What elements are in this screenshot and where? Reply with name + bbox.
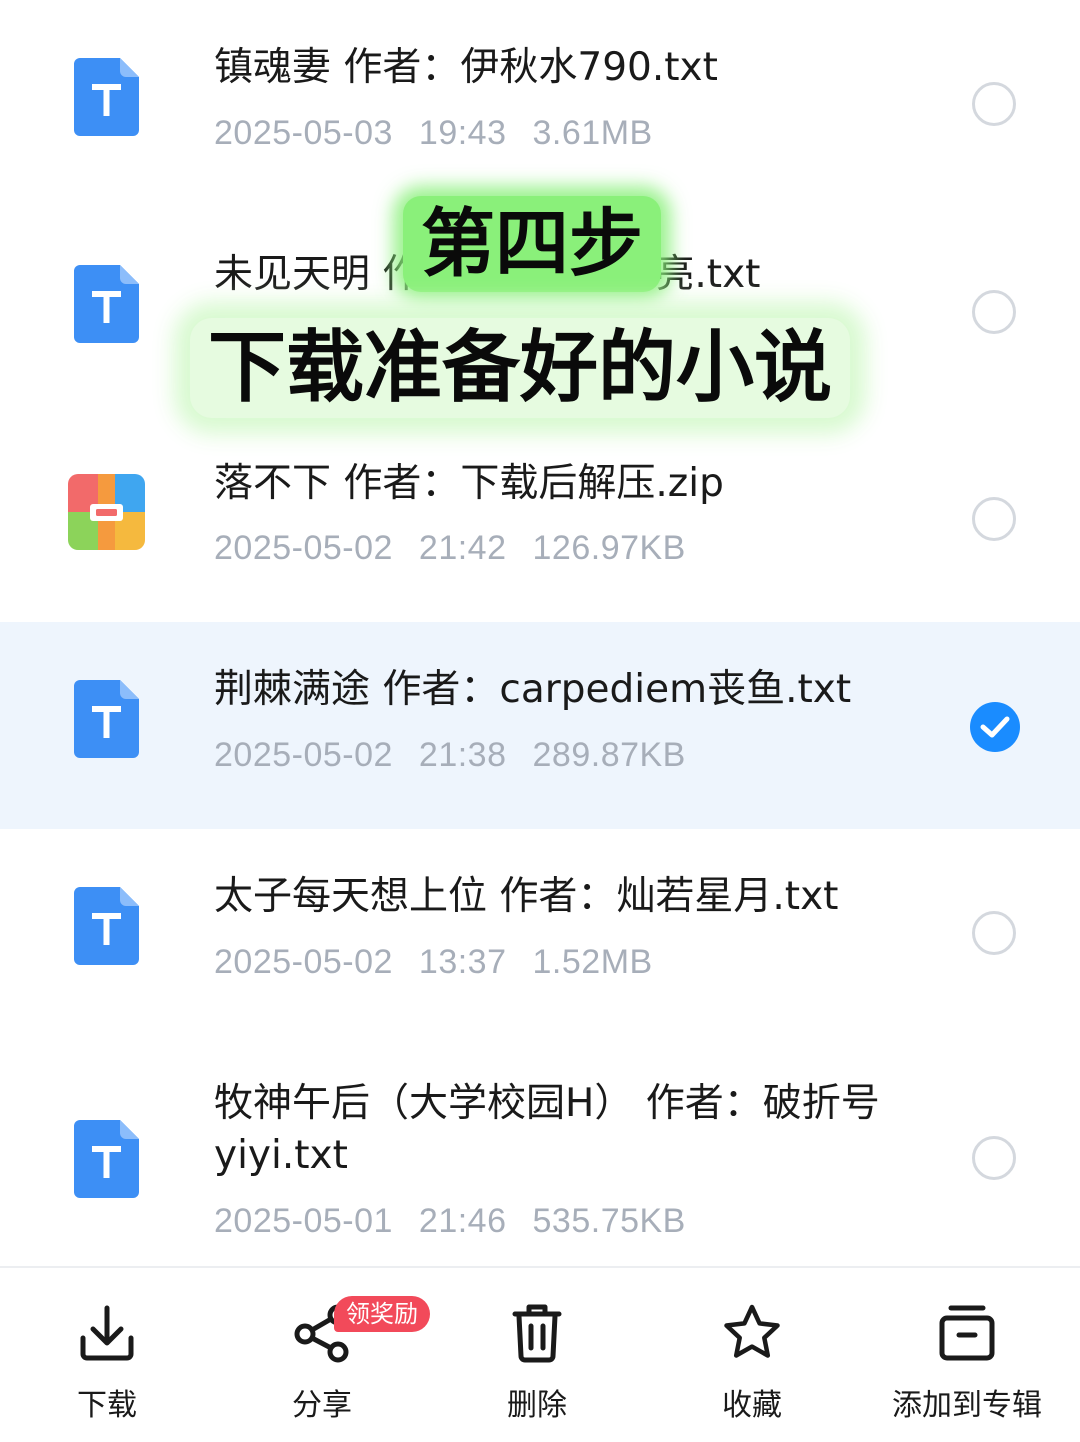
select-radio[interactable]	[972, 911, 1016, 955]
download-button[interactable]: 下载	[7, 1268, 207, 1442]
select-radio[interactable]	[972, 1136, 1016, 1180]
delete-button[interactable]: 删除	[437, 1268, 637, 1442]
select-radio[interactable]	[972, 497, 1016, 541]
file-meta: 2025-05-01 21:46 535.75KB	[214, 1202, 686, 1240]
favorite-label: 收藏	[722, 1388, 782, 1423]
txt-file-icon	[74, 1120, 139, 1198]
file-row-selected[interactable]: 荆棘满途 作者：carpediem丧鱼.txt 2025-05-02 21:38 2…	[0, 622, 1080, 829]
download-icon	[80, 1305, 134, 1361]
favorite-button[interactable]: 收藏	[652, 1268, 852, 1442]
delete-label: 删除	[507, 1388, 567, 1423]
download-label: 下载	[77, 1388, 137, 1423]
reward-badge[interactable]: 领奖励	[334, 1296, 430, 1332]
step-label-overlay: 第四步	[403, 196, 661, 292]
file-name: 荆棘满途 作者：carpediem丧鱼.txt	[214, 667, 852, 712]
file-name: 太子每天想上位 作者：灿若星月.txt	[214, 874, 839, 919]
file-name: 镇魂妻 作者：伊秋水790.txt	[214, 45, 718, 90]
trash-icon	[512, 1304, 562, 1363]
file-meta: 2025-05-03 19:43 3.61MB	[214, 114, 653, 152]
caption-overlay: 下载准备好的小说	[190, 318, 851, 418]
select-radio-checked[interactable]	[970, 702, 1020, 752]
share-button[interactable]: 领奖励 分享	[222, 1268, 430, 1442]
share-label: 分享	[292, 1388, 352, 1423]
bottom-action-bar: 下载 领奖励 分享 删除 收藏 添加到专辑	[0, 1266, 1080, 1442]
add-to-album-button[interactable]: 添加到专辑	[867, 1268, 1067, 1442]
file-row[interactable]: 太子每天想上位 作者：灿若星月.txt 2025-05-02 13:37 1.52M…	[0, 829, 1080, 1036]
select-radio[interactable]	[972, 290, 1016, 334]
file-row[interactable]: 落不下 作者：下载后解压.zip 2025-05-02 21:42 126.97KB	[0, 414, 1080, 621]
txt-file-icon	[74, 680, 139, 758]
album-icon	[939, 1305, 995, 1361]
select-radio[interactable]	[972, 82, 1016, 126]
checkmark-icon	[980, 716, 1010, 738]
txt-file-icon	[74, 265, 139, 343]
file-meta: 2025-05-02 21:42 126.97KB	[214, 529, 686, 567]
file-name: 牧神午后（大学校园H） 作者：破折号yiyi.txt	[214, 1081, 880, 1178]
file-meta: 2025-05-02 13:37 1.52MB	[214, 943, 653, 981]
zip-file-icon	[68, 474, 145, 550]
file-row[interactable]: 牧神午后（大学校园H） 作者：破折号yiyi.txt 2025-05-01 21:…	[0, 1036, 1080, 1264]
file-meta: 2025-05-02 21:38 289.87KB	[214, 736, 686, 774]
file-row[interactable]: 镇魂妻 作者：伊秋水790.txt 2025-05-03 19:43 3.61MB	[0, 0, 1080, 207]
add-to-album-label: 添加到专辑	[892, 1388, 1042, 1423]
file-name: 落不下 作者：下载后解压.zip	[214, 461, 724, 506]
txt-file-icon	[74, 58, 139, 136]
txt-file-icon	[74, 887, 139, 965]
star-icon	[724, 1304, 780, 1358]
